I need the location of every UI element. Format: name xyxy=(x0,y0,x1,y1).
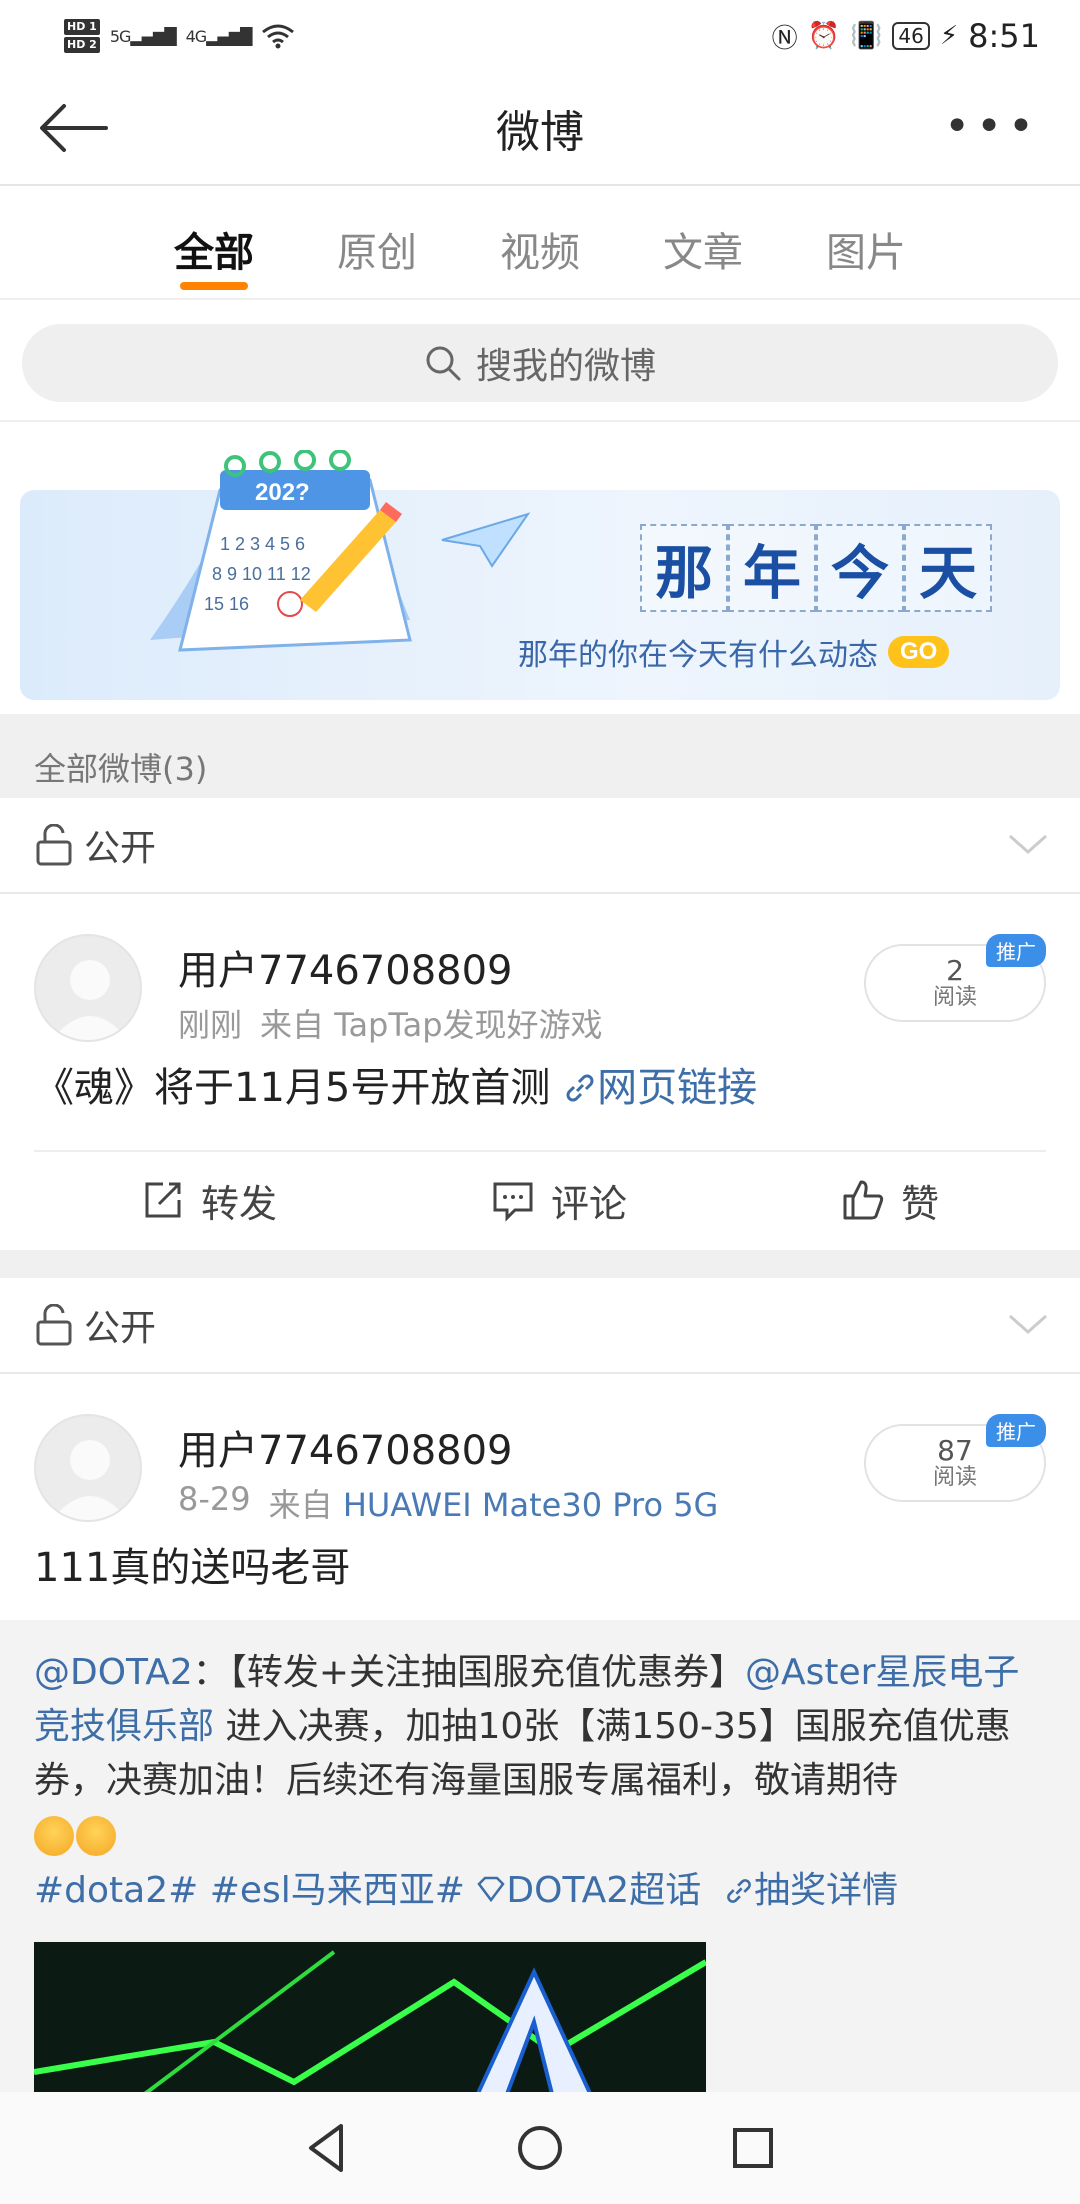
vibrate-icon: 📳 xyxy=(850,21,883,51)
tab-original[interactable]: 原创 xyxy=(296,186,459,298)
post-card: 公开 用户7746708809 8-29 来自 HUAWEI Mate30 Pr… xyxy=(0,1278,1080,2092)
link-icon xyxy=(566,1074,594,1102)
post-text: 《魂》将于11月5号开放首测 xyxy=(34,1065,551,1111)
card-divider xyxy=(0,1250,1080,1278)
alarm-icon: ⏰ xyxy=(807,21,841,51)
status-left: HD 1 HD 2 5G▂▄▆█ 4G▂▄▆█ xyxy=(64,19,295,53)
signal-4g-icon: 4G▂▄▆█ xyxy=(185,26,253,46)
page-title: 微博 xyxy=(496,107,584,158)
charging-icon: ⚡ xyxy=(939,21,959,51)
more-options-icon[interactable]: ••• xyxy=(944,105,1040,149)
promote-badge[interactable]: 推广 xyxy=(986,934,1046,967)
system-nav-bar xyxy=(0,2092,1080,2204)
svg-text:15 16: 15 16 xyxy=(204,594,249,614)
chevron-down-icon[interactable] xyxy=(1006,824,1050,864)
memories-banner[interactable]: 202? 1 2 3 4 5 6 8 9 10 11 12 15 16 那 年 … xyxy=(20,450,1060,700)
comment-button[interactable]: 评论 xyxy=(491,1173,627,1228)
emoji-icon xyxy=(34,1816,74,1856)
clock: 8:51 xyxy=(968,17,1040,55)
banner-title: 那 年 今 天 xyxy=(640,524,992,612)
visibility-label: 公开 xyxy=(84,828,157,869)
emoji-icon xyxy=(76,1816,116,1856)
signal-5g-icon: 5G▂▄▆█ xyxy=(109,26,177,46)
status-bar: HD 1 HD 2 5G▂▄▆█ 4G▂▄▆█ Ⓝ ⏰ 📳 46 ⚡ 8:51 xyxy=(0,0,1080,72)
nav-back-icon[interactable] xyxy=(297,2118,357,2178)
share-icon xyxy=(145,1182,181,1218)
post-actions: 转发 评论 赞 xyxy=(34,1150,1046,1248)
lottery-link[interactable]: 抽奖详情 xyxy=(724,1870,898,1911)
diamond-icon xyxy=(477,1876,506,1903)
go-button[interactable]: GO xyxy=(888,636,950,668)
wifi-icon xyxy=(262,24,295,49)
post-image[interactable] xyxy=(34,1942,706,2092)
title-bar: 微博 ••• xyxy=(0,72,1080,186)
nfc-icon: Ⓝ xyxy=(771,23,798,54)
search-input[interactable]: 搜我的微博 xyxy=(22,324,1058,402)
battery-icon: 46 xyxy=(892,22,930,50)
post-card: 公开 用户7746708809 刚刚 来自 TapTap发现好游戏 2 阅读 推… xyxy=(0,798,1080,1250)
svg-text:8 9 10 11 12: 8 9 10 11 12 xyxy=(212,564,311,584)
repost-author[interactable]: @DOTA2 xyxy=(34,1652,193,1693)
promote-badge[interactable]: 推广 xyxy=(986,1414,1046,1447)
unlock-icon xyxy=(36,824,72,866)
tab-picture[interactable]: 图片 xyxy=(785,186,948,298)
hd1-indicator: HD 1 xyxy=(64,19,100,35)
like-button[interactable]: 赞 xyxy=(841,1173,939,1228)
visibility-label: 公开 xyxy=(84,1308,157,1349)
username[interactable]: 用户7746708809 xyxy=(178,1418,513,1476)
supertopic-link[interactable]: DOTA2超话 xyxy=(476,1870,701,1911)
visibility-row[interactable]: 公开 xyxy=(0,1278,1080,1374)
hashtag-links[interactable]: #dota2# #esl马来西亚# xyxy=(34,1870,465,1911)
avatar[interactable] xyxy=(34,934,142,1042)
chevron-down-icon[interactable] xyxy=(1006,1304,1050,1344)
tab-article[interactable]: 文章 xyxy=(622,186,785,298)
source-prefix: 来自 xyxy=(268,1486,333,1524)
search-placeholder: 搜我的微博 xyxy=(475,346,656,387)
username[interactable]: 用户7746708809 xyxy=(178,938,513,996)
repost-text: 【转发+关注抽国服充值优惠券】 xyxy=(228,1652,745,1693)
unlock-icon xyxy=(36,1304,72,1346)
web-link[interactable]: 网页链接 xyxy=(563,1065,757,1111)
post-time: 8-29 xyxy=(178,1480,251,1518)
post-text: 111真的送吗老哥 xyxy=(34,1545,351,1591)
nav-home-icon[interactable] xyxy=(510,2118,570,2178)
post-source: 来自 TapTap发现好游戏 xyxy=(260,1006,603,1044)
thumbs-up-icon xyxy=(843,1180,884,1220)
back-arrow-icon[interactable] xyxy=(38,98,110,158)
post-source-link[interactable]: HUAWEI Mate30 Pro 5G xyxy=(343,1486,719,1524)
svg-text:1 2 3 4 5 6: 1 2 3 4 5 6 xyxy=(220,534,305,554)
section-label: 全部微博(3) xyxy=(34,750,208,788)
comment-icon xyxy=(493,1182,533,1222)
tab-video[interactable]: 视频 xyxy=(459,186,622,298)
link-icon xyxy=(727,1879,752,1903)
filter-tabs: 全部 原创 视频 文章 图片 xyxy=(0,186,1080,300)
paper-plane-icon xyxy=(441,512,530,568)
avatar[interactable] xyxy=(34,1414,142,1522)
search-icon xyxy=(426,346,461,381)
repost-button[interactable]: 转发 xyxy=(141,1173,277,1228)
post-time: 刚刚 xyxy=(178,1006,243,1044)
tab-all[interactable]: 全部 xyxy=(133,186,296,298)
svg-text:202?: 202? xyxy=(255,479,310,506)
calendar-illustration: 202? 1 2 3 4 5 6 8 9 10 11 12 15 16 xyxy=(150,450,412,652)
section-header: 全部微博(3) xyxy=(0,714,1080,798)
nav-recents-icon[interactable] xyxy=(723,2118,783,2178)
banner-subtitle: 那年的你在今天有什么动态 xyxy=(518,638,878,673)
hd2-indicator: HD 2 xyxy=(64,37,100,53)
reposted-content[interactable]: @DOTA2：【转发+关注抽国服充值优惠券】@Aster星辰电子竞技俱乐部 进入… xyxy=(0,1620,1080,2092)
visibility-row[interactable]: 公开 xyxy=(0,798,1080,894)
